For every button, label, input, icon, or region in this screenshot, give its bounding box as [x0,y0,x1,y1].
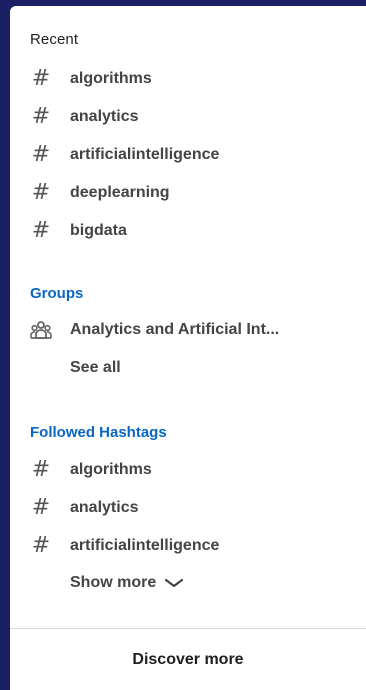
chevron-down-icon [164,577,184,589]
recent-title: Recent [30,31,79,48]
group-item-analytics-ai[interactable]: Analytics and Artificial Int... [30,315,279,345]
group-icon [30,319,52,341]
recent-item-artificialintelligence[interactable]: # artificialintelligence [30,140,220,170]
recent-item-bigdata[interactable]: # bigdata [30,216,127,246]
hashtag-icon: # [31,180,51,205]
recent-item-algorithms[interactable]: # algorithms [30,64,152,94]
followed-item-label: artificialintelligence [70,537,220,554]
show-more-button[interactable]: Show more [70,574,184,592]
recent-item-label: bigdata [70,222,127,239]
followed-item-artificialintelligence[interactable]: # artificialintelligence [30,531,220,561]
group-item-label: Analytics and Artificial Int... [70,321,280,338]
groups-title[interactable]: Groups [30,285,83,302]
hashtag-icon: # [31,104,51,129]
followed-item-algorithms[interactable]: # algorithms [30,455,152,485]
hashtag-icon: # [31,533,51,558]
hashtag-icon: # [31,218,51,243]
sidebar-card: Recent # algorithms # analytics # artifi… [10,6,366,690]
discover-more-button[interactable]: Discover more [10,629,366,690]
recent-item-label: deeplearning [70,184,170,201]
followed-item-analytics[interactable]: # analytics [30,493,139,523]
show-more-label: Show more [70,574,157,591]
followed-item-label: analytics [70,499,139,516]
recent-item-label: algorithms [70,70,152,87]
hashtag-icon: # [31,495,51,520]
hashtag-icon: # [31,142,51,167]
hashtag-icon: # [31,66,51,91]
see-all-groups-link[interactable]: See all [70,359,121,377]
followed-item-label: algorithms [70,461,152,478]
recent-item-analytics[interactable]: # analytics [30,102,139,132]
recent-item-label: artificialintelligence [70,146,220,163]
followed-hashtags-title: Followed Hashtags [30,424,167,441]
window-frame-left [0,0,10,690]
recent-item-label: analytics [70,108,139,125]
recent-item-deeplearning[interactable]: # deeplearning [30,178,170,208]
hashtag-icon: # [31,457,51,482]
